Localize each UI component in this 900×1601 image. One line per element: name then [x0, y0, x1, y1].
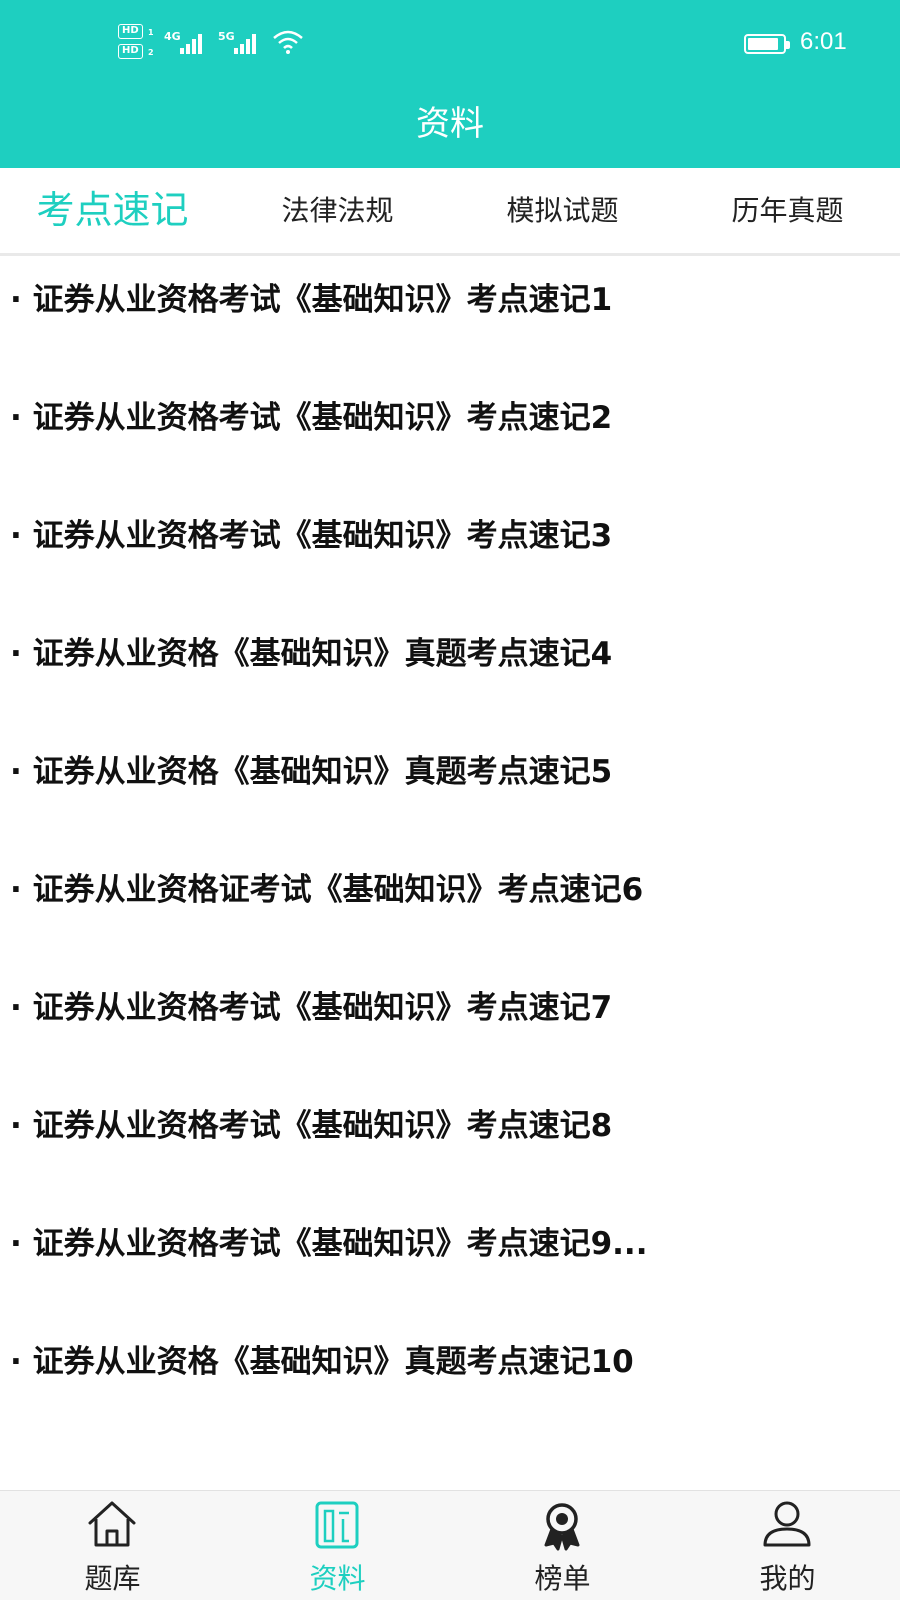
tab-kaodian-suji[interactable]: 考点速记: [0, 168, 225, 253]
nav-item-ziliao[interactable]: 资料: [225, 1491, 450, 1601]
user-icon: [759, 1499, 815, 1551]
network-label-2: 5G: [218, 30, 235, 43]
wifi-icon: [272, 30, 304, 58]
page-title: 资料: [416, 104, 484, 144]
sim1-index: 1: [148, 28, 154, 37]
tab-moni-shiti[interactable]: 模拟试题: [450, 168, 675, 253]
tab-falv-fagui[interactable]: 法律法规: [225, 168, 450, 253]
tab-linian-zhenti[interactable]: 历年真题: [675, 168, 900, 253]
app-header: HD 1 HD 2 4G 5G 6:01 资料: [0, 0, 900, 168]
list-item[interactable]: · 证券从业资格考试《基础知识》考点速记8: [10, 1096, 890, 1156]
home-icon: [84, 1499, 140, 1551]
award-icon: [534, 1499, 590, 1551]
network-label-1: 4G: [164, 30, 181, 43]
nav-label: 我的: [759, 1562, 816, 1595]
nav-item-tiku[interactable]: 题库: [0, 1491, 225, 1601]
document-icon: [309, 1499, 365, 1551]
nav-label: 榜单: [534, 1562, 591, 1595]
list-item[interactable]: · 证券从业资格考试《基础知识》考点速记3: [10, 506, 890, 566]
list-item[interactable]: · 证券从业资格《基础知识》真题考点速记5: [10, 742, 890, 802]
list-item[interactable]: · 证券从业资格考试《基础知识》考点速记1: [10, 270, 890, 330]
list-item[interactable]: · 证券从业资格考试《基础知识》考点速记9...: [10, 1214, 890, 1274]
list-item[interactable]: · 证券从业资格证考试《基础知识》考点速记6: [10, 860, 890, 920]
list-item[interactable]: · 证券从业资格《基础知识》真题考点速记10: [10, 1332, 890, 1392]
sim-indicator: HD 1 HD 2: [118, 24, 158, 64]
status-bar: HD 1 HD 2 4G 5G 6:01: [0, 0, 900, 80]
nav-item-bangdan[interactable]: 榜单: [450, 1491, 675, 1601]
status-time: 6:01: [800, 28, 847, 55]
sim2-hd-badge: HD: [118, 44, 143, 59]
nav-item-wode[interactable]: 我的: [675, 1491, 900, 1601]
list-item[interactable]: · 证券从业资格考试《基础知识》考点速记7: [10, 978, 890, 1038]
nav-label: 资料: [309, 1562, 366, 1595]
nav-label: 题库: [84, 1562, 141, 1595]
battery-icon: [744, 34, 790, 54]
list-item[interactable]: · 证券从业资格《基础知识》真题考点速记4: [10, 624, 890, 684]
bottom-nav: 题库 资料 榜单 我的: [0, 1490, 900, 1600]
sim2-index: 2: [148, 48, 154, 57]
category-tabs: 考点速记 法律法规 模拟试题 历年真题: [0, 168, 900, 256]
list-item[interactable]: · 证券从业资格考试《基础知识》考点速记2: [10, 388, 890, 448]
sim1-hd-badge: HD: [118, 24, 143, 39]
